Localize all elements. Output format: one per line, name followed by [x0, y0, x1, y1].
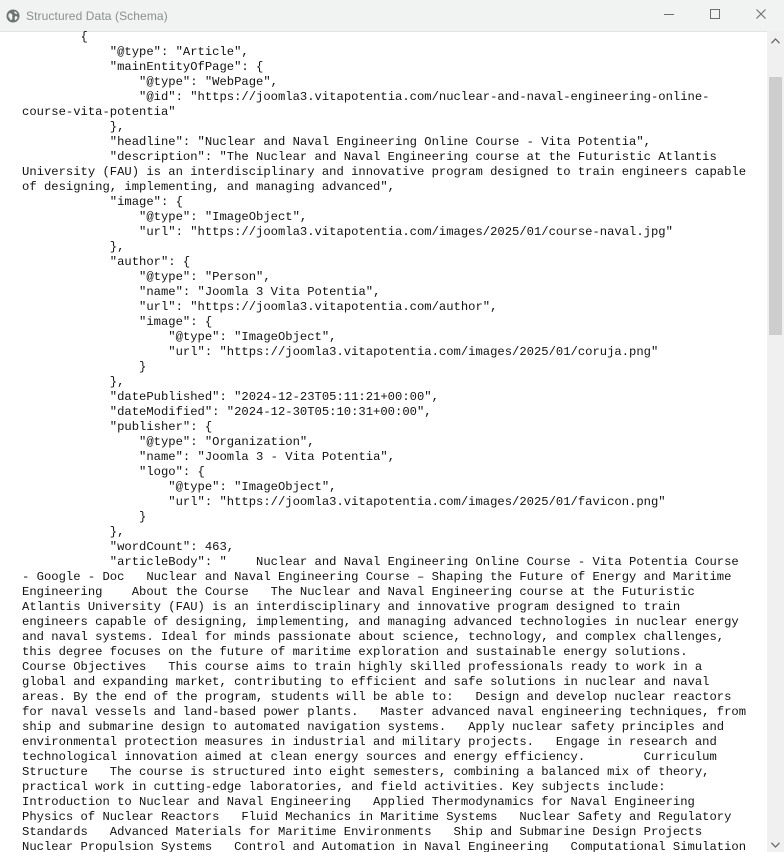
window-controls — [646, 0, 784, 31]
title-bar[interactable]: Structured Data (Schema) — [0, 0, 784, 32]
window-title: Structured Data (Schema) — [26, 8, 168, 23]
scroll-down-button[interactable] — [767, 835, 784, 852]
maximize-icon — [709, 7, 721, 25]
maximize-button[interactable] — [692, 0, 738, 31]
scroll-up-arrow-icon — [771, 31, 780, 49]
close-icon — [755, 7, 767, 25]
schema-text-area[interactable]: { "@type": "Article", "mainEntityOfPage"… — [0, 31, 767, 852]
minimize-icon — [663, 7, 675, 25]
minimize-button[interactable] — [646, 0, 692, 31]
scroll-up-button[interactable] — [767, 31, 784, 48]
close-button[interactable] — [738, 0, 784, 31]
vertical-scrollbar[interactable] — [767, 31, 784, 852]
schema-json-text: { "@type": "Article", "mainEntityOfPage"… — [22, 31, 747, 852]
scroll-down-arrow-icon — [771, 835, 780, 853]
scroll-thumb[interactable] — [769, 77, 782, 335]
globe-icon — [6, 9, 20, 23]
